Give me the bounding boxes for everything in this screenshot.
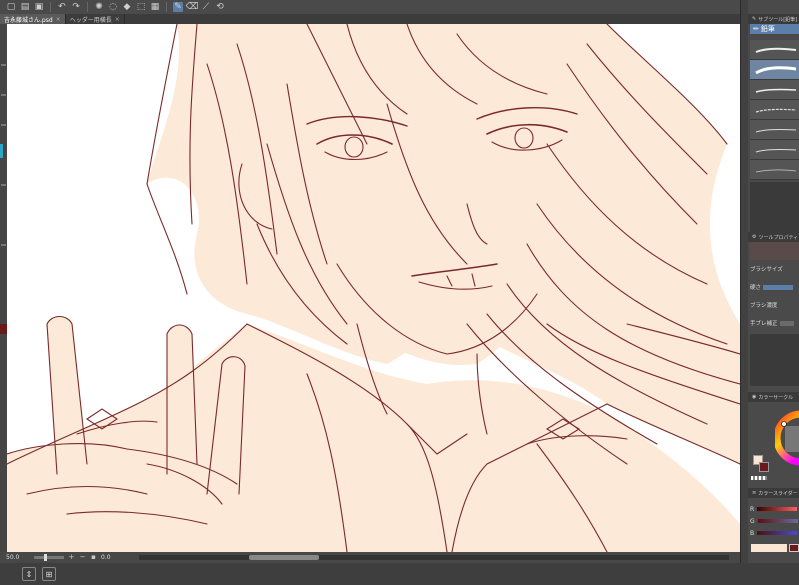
right-panel: ✎ サブツール[鉛筆] ✏ 鉛筆 ⚙ ツールプロパティ ブラシサイズ 硬さ ブラ… <box>740 0 799 563</box>
clear-icon[interactable]: ◌ <box>108 2 118 12</box>
hardness-row[interactable]: 硬さ <box>750 280 799 294</box>
brush-preset[interactable] <box>750 160 799 180</box>
zoom-out-icon[interactable]: − <box>79 554 86 561</box>
tool-marker[interactable] <box>1 244 6 246</box>
fit-icon[interactable]: ▪ <box>90 554 97 561</box>
canvas-status-bar: 50.0 + − ▪ 0.0 <box>0 552 740 563</box>
bottom-bar: ⇕ ⊞ <box>0 563 799 585</box>
redo-icon[interactable]: ↷ <box>71 2 81 12</box>
zoom-value[interactable]: 50.0 <box>6 554 30 561</box>
subtool-panel-header[interactable]: ✎ サブツール[鉛筆] <box>748 14 799 24</box>
command-bar: ▢ ▤ ▣ ↶ ↷ ✺ ◌ ◆ ⬚ ▦ ✎ ⌫ ⟋ ⟲ <box>0 0 740 14</box>
brush-size-row[interactable]: ブラシサイズ <box>750 262 799 276</box>
new-file-icon[interactable]: ▢ <box>6 2 16 12</box>
select-icon[interactable]: ▦ <box>150 2 160 12</box>
tool-marker[interactable] <box>1 64 6 66</box>
color-wheel[interactable] <box>775 402 799 472</box>
tab-label: ヘッダー用横長 <box>69 16 112 24</box>
eraser-icon[interactable]: ⌫ <box>186 2 199 12</box>
open-icon[interactable]: ▤ <box>20 2 30 12</box>
toolbar-divider <box>166 2 167 12</box>
zoom-in-icon[interactable]: + <box>68 554 75 561</box>
brush-preset[interactable] <box>750 140 799 160</box>
panel-empty-area <box>750 182 799 232</box>
subtool-selected[interactable]: ✏ 鉛筆 <box>750 24 799 34</box>
left-tool-strip <box>0 24 7 552</box>
stabilization-row[interactable]: 手ブレ補正 <box>750 316 799 330</box>
pen-icon[interactable]: ✎ <box>173 2 183 12</box>
document-tabs: 吉永藤城さん.psd × ヘッダー用横長 × <box>0 14 740 24</box>
navigator-icon[interactable]: ⊞ <box>42 567 56 581</box>
undo-icon[interactable]: ↶ <box>57 2 67 12</box>
tab-document-2[interactable]: ヘッダー用横長 × <box>66 14 125 24</box>
slider-g-row[interactable]: G <box>750 516 799 526</box>
brush-preview <box>750 242 799 260</box>
drawing-canvas[interactable] <box>7 24 740 552</box>
transparent-color-swatch[interactable] <box>751 476 767 480</box>
main-color-bar[interactable] <box>789 544 799 552</box>
panel-icon-strip <box>741 0 748 563</box>
brush-preset[interactable] <box>750 40 799 60</box>
tab-label: 吉永藤城さん.psd <box>4 16 53 24</box>
color-icon: ◉ <box>752 394 757 400</box>
brush-density-row[interactable]: ブラシ濃度 <box>750 298 799 312</box>
color-slider-header[interactable]: ≡ カラースライダー <box>748 488 799 498</box>
tool-marker[interactable] <box>1 94 6 96</box>
color-wheel-header[interactable]: ◉ カラーサークル <box>748 392 799 402</box>
pencil-icon: ✏ <box>753 25 759 33</box>
brush-preset[interactable] <box>750 80 799 100</box>
brush-icon: ✎ <box>752 16 757 22</box>
settings-icon: ⚙ <box>752 234 757 240</box>
tab-document-1[interactable]: 吉永藤城さん.psd × <box>0 14 66 24</box>
close-icon[interactable]: × <box>56 16 61 23</box>
active-tool-indicator <box>0 144 3 158</box>
tool-marker[interactable] <box>1 124 6 126</box>
history-icon[interactable]: ⟲ <box>215 2 225 12</box>
tool-marker[interactable] <box>1 184 6 186</box>
fill-icon[interactable]: ◆ <box>122 2 132 12</box>
zoom-slider-knob[interactable] <box>44 554 47 561</box>
app-window: ▢ ▤ ▣ ↶ ↷ ✺ ◌ ◆ ⬚ ▦ ✎ ⌫ ⟋ ⟲ 吉永藤城さん.psd ×… <box>0 0 799 585</box>
save-icon[interactable]: ▣ <box>34 2 44 12</box>
loading-icon[interactable]: ✺ <box>94 2 104 12</box>
scrollbar-thumb[interactable] <box>248 555 319 560</box>
toolbar-divider <box>87 2 88 12</box>
slider-r-track[interactable] <box>757 507 798 511</box>
stabilization-slider[interactable] <box>779 320 794 326</box>
tool-property-header[interactable]: ⚙ ツールプロパティ <box>748 232 799 242</box>
slider-r-row[interactable]: R <box>750 504 799 514</box>
main-color-swatch[interactable] <box>759 462 769 472</box>
slider-g-track[interactable] <box>757 519 798 523</box>
expand-icon[interactable]: ⇕ <box>22 567 36 581</box>
toolbar-divider <box>50 2 51 12</box>
brush-preset[interactable] <box>750 100 799 120</box>
zoom-slider[interactable] <box>34 554 64 561</box>
brush-preset[interactable] <box>750 60 799 80</box>
rotation-value[interactable]: 0.0 <box>101 554 111 561</box>
slider-icon: ≡ <box>752 490 757 496</box>
brush-preset[interactable] <box>750 120 799 140</box>
line-art <box>7 24 740 552</box>
slider-b-track[interactable] <box>757 531 798 535</box>
transform-icon[interactable]: ⬚ <box>136 2 146 12</box>
hardness-slider[interactable] <box>763 284 794 290</box>
horizontal-scrollbar[interactable] <box>138 555 729 560</box>
sub-color-bar[interactable] <box>751 544 787 552</box>
panel-empty-area <box>750 334 799 386</box>
main-color-swatch[interactable] <box>0 324 7 334</box>
close-icon[interactable]: × <box>115 16 120 23</box>
slider-b-row[interactable]: B <box>750 528 799 538</box>
ruler-icon[interactable]: ⟋ <box>201 2 211 12</box>
